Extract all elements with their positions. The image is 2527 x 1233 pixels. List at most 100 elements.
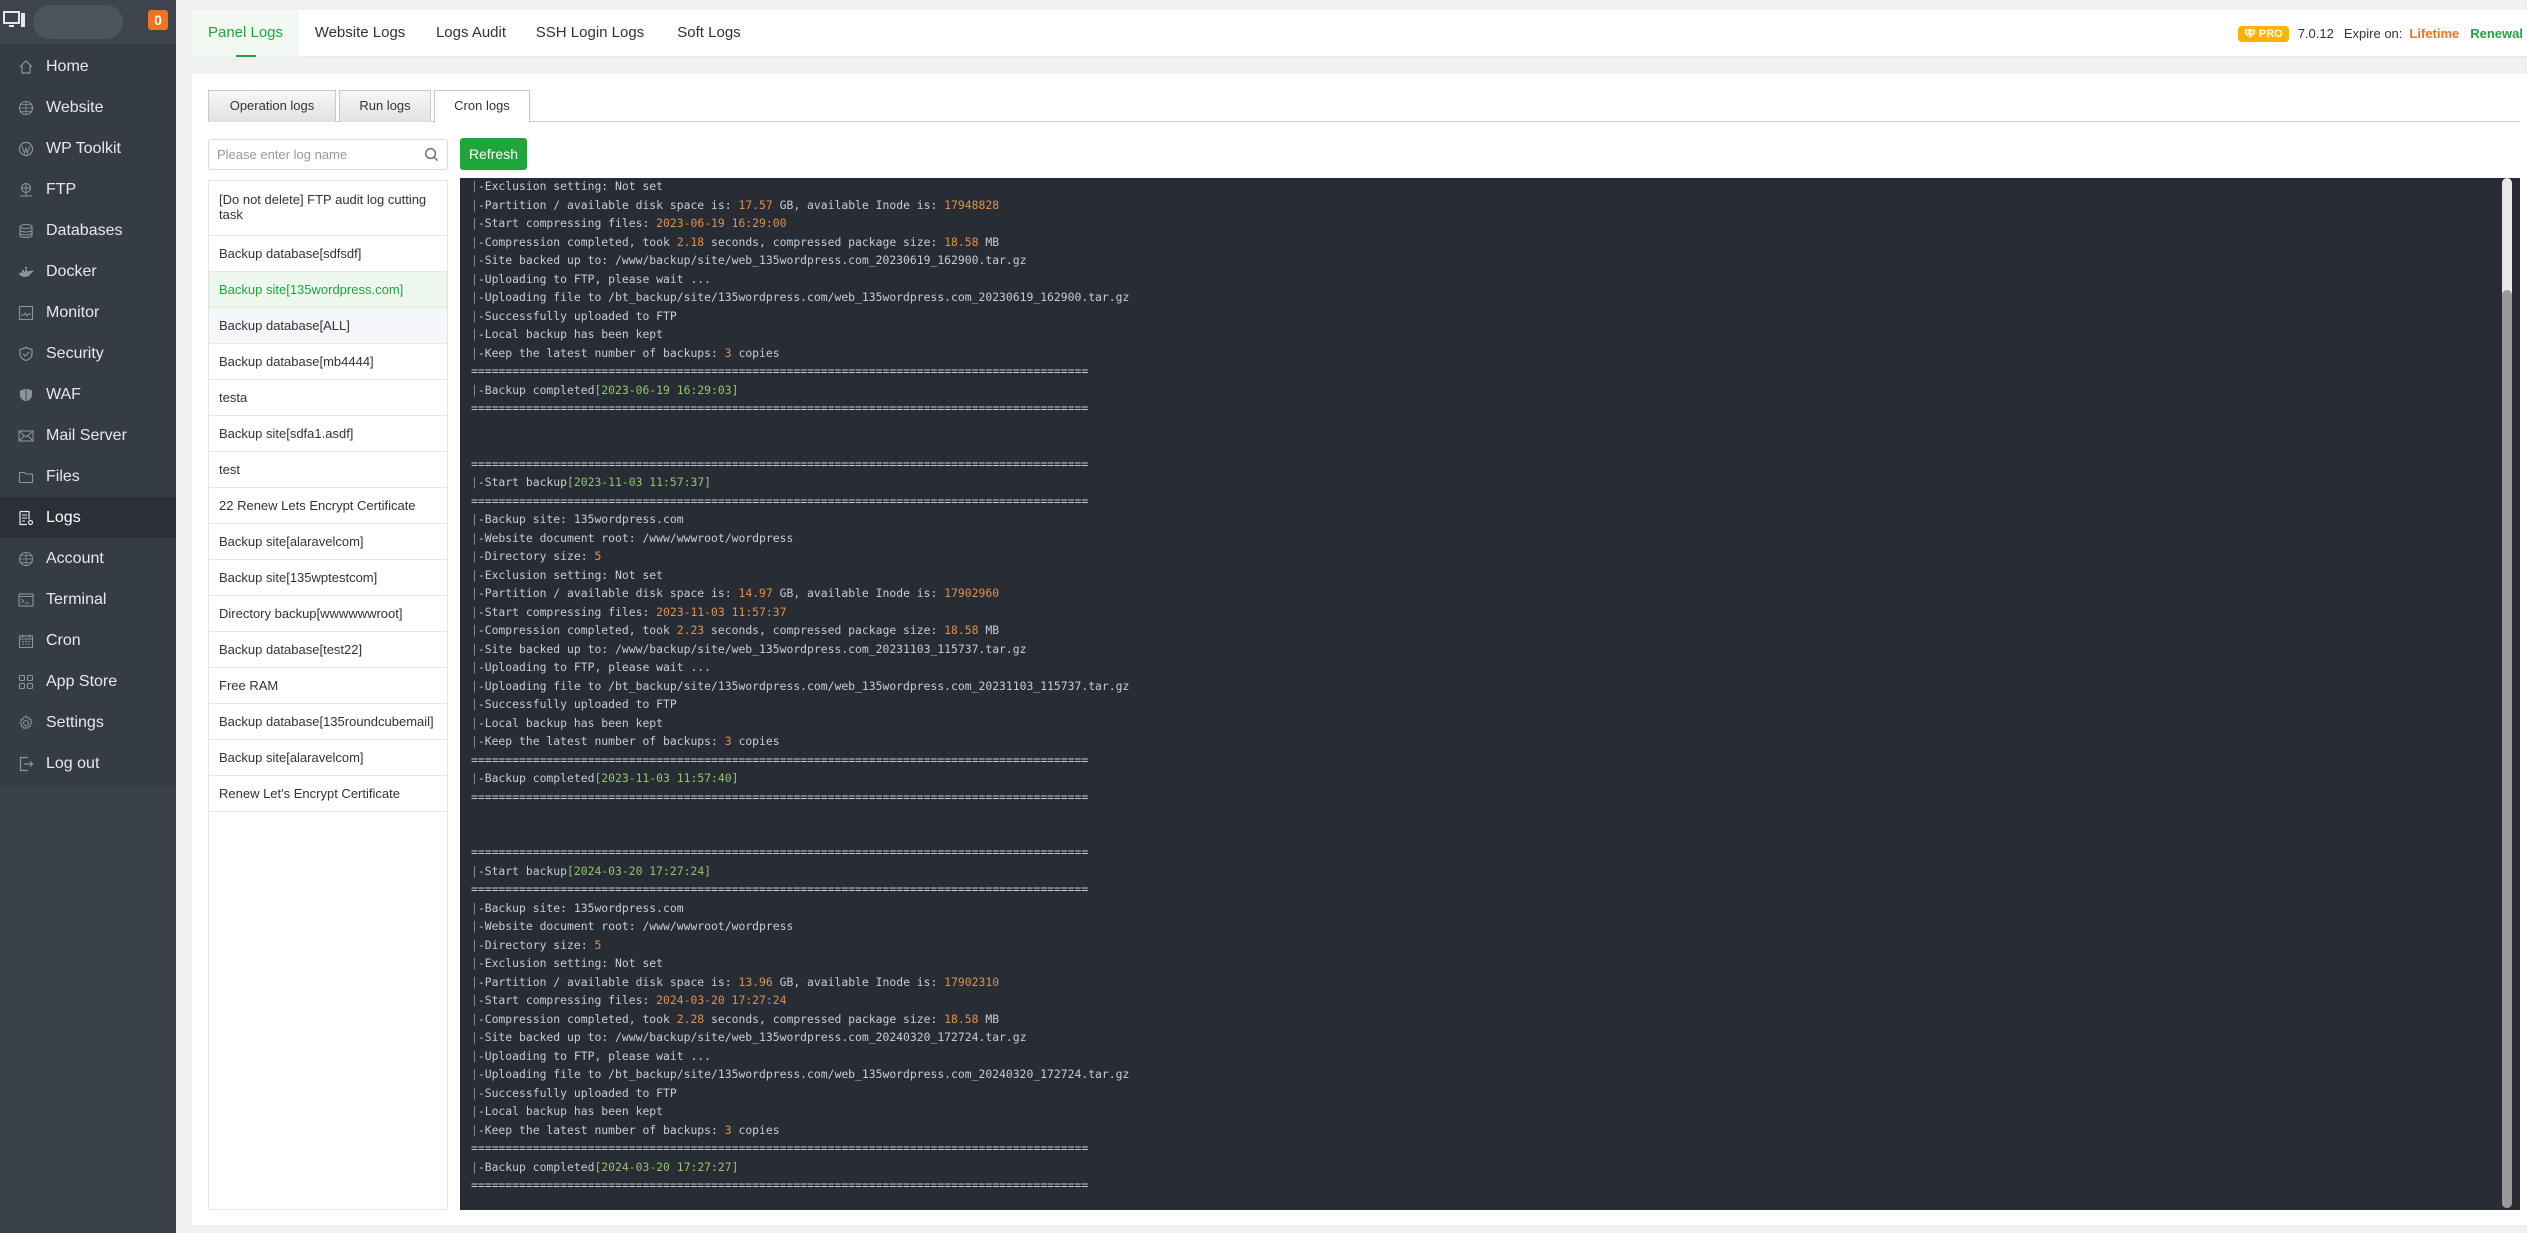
log-search-input[interactable] [209,140,409,169]
server-name-redacted [33,5,123,39]
alert-count-badge[interactable]: 0 [148,10,168,30]
console-scrollbar[interactable] [2502,178,2512,1208]
license-info: PRO 7.0.12 Expire on: Lifetime Renewal [2237,10,2523,57]
cron-task-item[interactable]: Free RAM [209,668,447,704]
expire-value: Lifetime [2409,26,2460,41]
logs-icon [18,510,34,526]
sidebar-item-logs[interactable]: Logs [0,497,176,538]
sidebar-item-log-out[interactable]: Log out [0,743,176,784]
renewal-link[interactable]: Renewal [2470,26,2523,41]
search-icon[interactable] [424,147,439,162]
cron-task-item[interactable]: [Do not delete] FTP audit log cutting ta… [209,181,447,236]
docker-icon [18,264,34,280]
tab-operation-logs[interactable]: Operation logs [208,90,336,122]
tab-ssh-login-logs[interactable]: SSH Login Logs [521,10,659,57]
sidebar-item-waf[interactable]: WAF [0,374,176,415]
sidebar-item-wp-toolkit[interactable]: WP Toolkit [0,128,176,169]
logout-icon [18,756,34,772]
mail-icon [18,428,34,444]
sidebar-item-files[interactable]: Files [0,456,176,497]
tab-website-logs[interactable]: Website Logs [299,10,421,57]
sidebar-item-label: Cron [46,631,81,649]
monitor-icon [18,305,34,321]
sidebar-nav: Home Website WP Toolkit FTP Databases Docker M… [0,46,176,784]
panel-version: 7.0.12 [2297,26,2334,41]
sidebar-item-label: WAF [46,385,81,403]
console-scrollbar-thumb[interactable] [2502,290,2512,1208]
home-icon [18,59,34,75]
log-search [208,139,448,170]
sidebar-item-label: WP Toolkit [46,139,121,157]
sidebar-item-label: Log out [46,754,100,772]
cron-task-item[interactable]: Backup site[135wptestcom] [209,560,447,596]
refresh-button[interactable]: Refresh [460,138,527,170]
cron-task-list: [Do not delete] FTP audit log cutting ta… [208,180,448,1210]
tab-run-logs[interactable]: Run logs [339,90,431,122]
calendar-icon [18,633,34,649]
sidebar-item-cron[interactable]: Cron [0,620,176,661]
sidebar-item-terminal[interactable]: Terminal [0,579,176,620]
sidebar-item-ftp[interactable]: FTP [0,169,176,210]
sidebar-item-label: Monitor [46,303,100,321]
sidebar-item-label: Security [46,344,104,362]
sidebar-item-website[interactable]: Website [0,87,176,128]
cron-task-item[interactable]: Backup site[alaravelcom] [209,524,447,560]
cron-task-item[interactable]: Backup database[test22] [209,632,447,668]
terminal-icon [18,592,34,608]
sidebar-item-label: App Store [46,672,118,690]
cron-task-item[interactable]: Backup site[135wordpress.com] [209,272,447,308]
sidebar-item-label: FTP [46,180,77,198]
tab-logs-audit[interactable]: Logs Audit [421,10,521,57]
grid-icon [18,674,34,690]
cron-logs-panel: Operation logs Run logs Cron logs Refres… [192,74,2527,1225]
log-type-tabs: Operation logs Run logs Cron logs [208,90,2520,123]
tab-soft-logs[interactable]: Soft Logs [659,10,759,57]
sidebar-item-home[interactable]: Home [0,46,176,87]
cron-task-item[interactable]: testa [209,380,447,416]
sidebar-item-security[interactable]: Security [0,333,176,374]
sidebar-item-monitor[interactable]: Monitor [0,292,176,333]
cron-task-item[interactable]: Renew Let's Encrypt Certificate [209,776,447,812]
database-icon [18,223,34,239]
sidebar-item-label: Docker [46,262,97,280]
sidebar-item-label: Account [46,549,104,567]
folder-icon [18,469,34,485]
cron-task-item[interactable]: Backup site[alaravelcom] [209,740,447,776]
wordpress-icon [18,141,34,157]
log-output-console[interactable]: |-Exclusion setting: Not set |-Partition… [460,178,2520,1210]
log-output-text: |-Exclusion setting: Not set |-Partition… [471,179,1130,1192]
tab-panel-logs[interactable]: Panel Logs [192,10,299,57]
sidebar-item-label: Settings [46,713,104,731]
cron-task-item[interactable]: Backup database[sdfsdf] [209,236,447,272]
cron-task-item[interactable]: 22 Renew Lets Encrypt Certificate [209,488,447,524]
sidebar-item-label: Website [46,98,104,116]
sidebar-item-account[interactable]: Account [0,538,176,579]
sidebar-item-app-store[interactable]: App Store [0,661,176,702]
sidebar-item-settings[interactable]: Settings [0,702,176,743]
sidebar-item-label: Home [46,57,89,75]
sidebar-item-label: Logs [46,508,81,526]
cron-task-item[interactable]: Backup database[135roundcubemail] [209,704,447,740]
cron-task-item[interactable]: Backup database[mb4444] [209,344,447,380]
ftp-icon [18,182,34,198]
sidebar: 0 Home Website WP Toolkit FTP Databases Docke… [0,0,176,1233]
cron-task-item[interactable]: Directory backup[wwwwwwroot] [209,596,447,632]
sidebar-item-label: Files [46,467,80,485]
cron-task-item[interactable]: Backup site[sdfa1.asdf] [209,416,447,452]
sidebar-item-docker[interactable]: Docker [0,251,176,292]
globe-icon [18,100,34,116]
sidebar-item-label: Mail Server [46,426,127,444]
sidebar-item-databases[interactable]: Databases [0,210,176,251]
diamond-icon [2243,28,2256,39]
cron-task-item[interactable]: Backup database[ALL] [209,308,447,344]
page-bottom [192,1225,2527,1233]
sidebar-footer [0,787,176,1233]
sidebar-item-label: Databases [46,221,123,239]
pro-badge[interactable]: PRO [2237,25,2289,42]
expire-label: Expire on: [2343,26,2403,41]
cron-task-item[interactable]: test [209,452,447,488]
server-pc-icon [3,11,25,27]
tab-cron-logs[interactable]: Cron logs [434,90,530,123]
account-icon [18,551,34,567]
sidebar-item-mail-server[interactable]: Mail Server [0,415,176,456]
